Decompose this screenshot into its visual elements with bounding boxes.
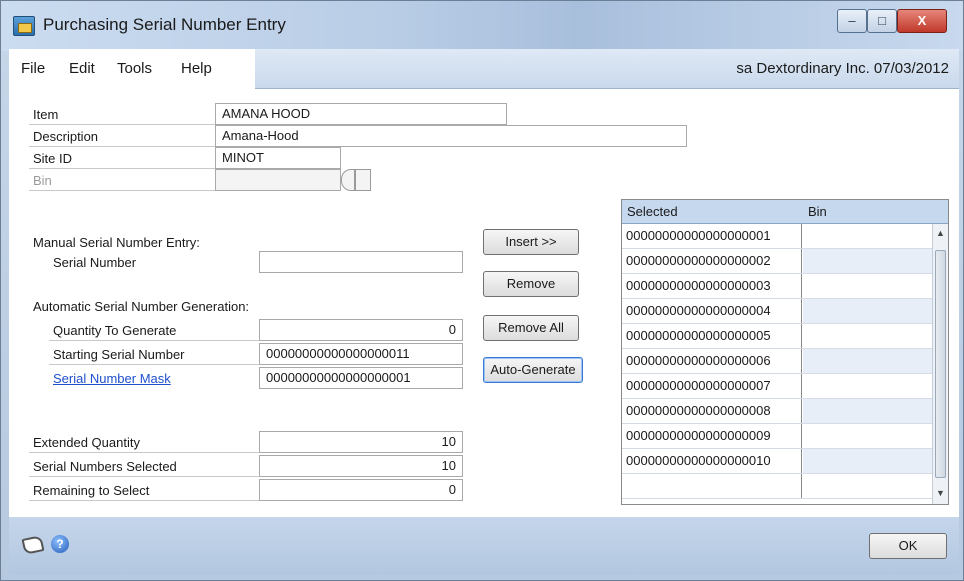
remaining-label: Remaining to Select: [29, 481, 259, 501]
bin-expand-icon[interactable]: [355, 169, 371, 191]
menu-bar: File Edit Tools Help sa Dextordinary Inc…: [9, 49, 959, 89]
column-bin[interactable]: Bin: [808, 204, 827, 219]
menu-help[interactable]: Help: [181, 60, 212, 77]
cell-selected[interactable]: 00000000000000000004: [622, 299, 802, 323]
ok-button[interactable]: OK: [869, 533, 947, 559]
extended-qty-field: 10: [259, 431, 463, 453]
auto-generate-button[interactable]: Auto-Generate: [483, 357, 583, 383]
cell-selected[interactable]: 00000000000000000005: [622, 324, 802, 348]
table-row[interactable]: 00000000000000000005: [622, 324, 932, 349]
table-row[interactable]: 00000000000000000001: [622, 224, 932, 249]
note-icon[interactable]: [21, 535, 45, 555]
cell-selected[interactable]: 00000000000000000008: [622, 399, 802, 423]
help-icon[interactable]: ?: [51, 535, 69, 553]
maximize-button[interactable]: □: [867, 9, 897, 33]
table-row[interactable]: [622, 474, 932, 499]
table-row[interactable]: 00000000000000000008: [622, 399, 932, 424]
cell-selected[interactable]: 00000000000000000001: [622, 224, 802, 248]
bin-lookup-icon[interactable]: [341, 169, 355, 191]
app-icon: [13, 16, 35, 36]
table-row[interactable]: 00000000000000000009: [622, 424, 932, 449]
grid-rows: 00000000000000000001 00000000000000000002…: [622, 224, 948, 504]
serials-selected-label: Serial Numbers Selected: [29, 457, 259, 477]
menu-edit[interactable]: Edit: [69, 60, 95, 77]
cell-bin[interactable]: [803, 224, 932, 248]
cell-selected[interactable]: [622, 474, 802, 498]
grid-scrollbar[interactable]: ▲ ▼: [932, 224, 948, 504]
cell-bin[interactable]: [803, 349, 932, 373]
purchasing-serial-entry-window: Purchasing Serial Number Entry – □ X Fil…: [0, 0, 964, 581]
minimize-button[interactable]: –: [837, 9, 867, 33]
table-row[interactable]: 00000000000000000004: [622, 299, 932, 324]
serial-mask-label: Serial Number Mask: [49, 369, 259, 389]
serial-mask-input[interactable]: 00000000000000000001: [259, 367, 463, 389]
menu-file[interactable]: File: [21, 60, 45, 77]
site-id-label: Site ID: [29, 149, 215, 169]
cell-selected[interactable]: 00000000000000000007: [622, 374, 802, 398]
cell-selected[interactable]: 00000000000000000009: [622, 424, 802, 448]
remove-all-button[interactable]: Remove All: [483, 315, 579, 341]
selected-serials-grid: Selected Bin 00000000000000000001 0000000…: [621, 199, 949, 505]
auto-generation-heading: Automatic Serial Number Generation:: [33, 299, 250, 314]
serial-number-label: Serial Number: [53, 255, 137, 270]
title-bar: Purchasing Serial Number Entry – □ X: [1, 1, 963, 51]
cell-bin[interactable]: [803, 274, 932, 298]
insert-button[interactable]: Insert >>: [483, 229, 579, 255]
remaining-field: 0: [259, 479, 463, 501]
cell-bin[interactable]: [803, 249, 932, 273]
footer-bar: ? OK: [9, 517, 959, 575]
cell-bin[interactable]: [803, 474, 932, 498]
cell-bin[interactable]: [803, 424, 932, 448]
bin-field[interactable]: [215, 169, 341, 191]
user-company-date: sa Dextordinary Inc. 07/03/2012: [736, 60, 949, 77]
description-field[interactable]: Amana-Hood: [215, 125, 687, 147]
cell-bin[interactable]: [803, 399, 932, 423]
qty-generate-input[interactable]: 0: [259, 319, 463, 341]
table-row[interactable]: 00000000000000000003: [622, 274, 932, 299]
cell-selected[interactable]: 00000000000000000003: [622, 274, 802, 298]
starting-serial-input[interactable]: 00000000000000000011: [259, 343, 463, 365]
scroll-thumb[interactable]: [935, 250, 946, 478]
serial-number-input[interactable]: [259, 251, 463, 273]
site-id-field[interactable]: MINOT: [215, 147, 341, 169]
remove-button[interactable]: Remove: [483, 271, 579, 297]
cell-bin[interactable]: [803, 449, 932, 473]
menu-tools[interactable]: Tools: [117, 60, 152, 77]
grid-header: Selected Bin: [622, 200, 948, 224]
cell-selected[interactable]: 00000000000000000006: [622, 349, 802, 373]
scroll-down-icon[interactable]: ▼: [936, 488, 945, 498]
extended-qty-label: Extended Quantity: [29, 433, 259, 453]
item-field[interactable]: AMANA HOOD: [215, 103, 507, 125]
table-row[interactable]: 00000000000000000006: [622, 349, 932, 374]
scroll-up-icon[interactable]: ▲: [936, 228, 945, 238]
column-selected[interactable]: Selected: [627, 204, 678, 219]
menu-block: File Edit Tools Help: [9, 49, 255, 89]
table-row[interactable]: 00000000000000000010: [622, 449, 932, 474]
cell-selected[interactable]: 00000000000000000002: [622, 249, 802, 273]
table-row[interactable]: 00000000000000000002: [622, 249, 932, 274]
window-title: Purchasing Serial Number Entry: [43, 15, 286, 34]
cell-bin[interactable]: [803, 324, 932, 348]
starting-serial-label: Starting Serial Number: [49, 345, 259, 365]
close-button[interactable]: X: [897, 9, 947, 33]
description-label: Description: [29, 127, 215, 147]
table-row[interactable]: 00000000000000000007: [622, 374, 932, 399]
cell-bin[interactable]: [803, 374, 932, 398]
serials-selected-field: 10: [259, 455, 463, 477]
cell-selected[interactable]: 00000000000000000010: [622, 449, 802, 473]
manual-entry-heading: Manual Serial Number Entry:: [33, 235, 200, 250]
qty-generate-label: Quantity To Generate: [49, 321, 259, 341]
main-content: Item AMANA HOOD Description Amana-Hood S…: [9, 89, 959, 517]
serial-mask-link[interactable]: Serial Number Mask: [53, 371, 171, 386]
bin-label: Bin: [29, 171, 215, 191]
item-label: Item: [29, 105, 215, 125]
cell-bin[interactable]: [803, 299, 932, 323]
